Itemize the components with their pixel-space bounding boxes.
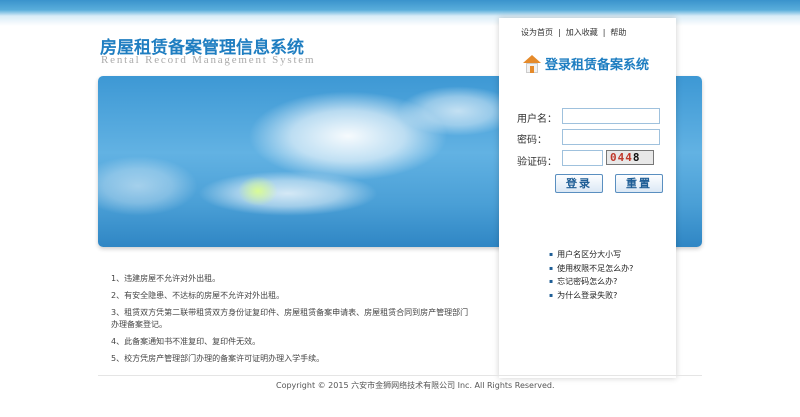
- login-title: 登录租赁备案系统: [523, 54, 649, 73]
- add-favorite-link[interactable]: 加入收藏: [566, 28, 598, 37]
- password-input[interactable]: [562, 129, 660, 145]
- tip-item[interactable]: 用户名区分大小写: [549, 249, 633, 263]
- house-icon: [523, 54, 541, 73]
- tip-item[interactable]: 忘记密码怎么办?: [549, 276, 633, 290]
- captcha-input[interactable]: [562, 150, 603, 166]
- copyright: Copyright © 2015 六安市金狮网络技术有限公司 Inc. All …: [276, 381, 555, 390]
- help-tips: 用户名区分大小写 使用权限不足怎么办? 忘记密码怎么办? 为什么登录失败?: [549, 249, 633, 303]
- notice-item: 1、违建房屋不允许对外出租。: [111, 274, 221, 283]
- username-label: 用户名：: [517, 114, 557, 125]
- username-input[interactable]: [562, 108, 660, 124]
- notice-item: 2、有安全隐患、不达标的房屋不允许对外出租。: [111, 291, 285, 300]
- password-label: 密码：: [517, 135, 547, 146]
- site-subtitle: Rental Record Management System: [101, 54, 316, 66]
- notice-item: 5、校方凭房产管理部门办理的备案许可证明办理入学手续。: [111, 354, 325, 363]
- tip-item[interactable]: 使用权限不足怎么办?: [549, 263, 633, 277]
- captcha-image[interactable]: 0448: [606, 150, 654, 165]
- captcha-label: 验证码：: [517, 157, 557, 168]
- notice-item: 3、租赁双方凭第二联带租赁双方身份证复印件、房屋租赁备案申请表、房屋租赁合同到房…: [111, 308, 469, 329]
- help-link[interactable]: 帮助: [610, 28, 626, 37]
- set-homepage-link[interactable]: 设为首页: [521, 28, 553, 37]
- notice-list: 1、违建房屋不允许对外出租。 2、有安全隐患、不达标的房屋不允许对外出租。 3、…: [111, 273, 471, 370]
- footer-divider: [98, 375, 702, 376]
- reset-button[interactable]: 重置: [615, 174, 663, 193]
- login-panel: 设为首页 | 加入收藏 | 帮助 登录租赁备案系统 用户名： 密码： 验证码： 0448…: [499, 18, 676, 378]
- login-button[interactable]: 登录: [555, 174, 603, 193]
- tip-item[interactable]: 为什么登录失败?: [549, 290, 633, 304]
- top-links: 设为首页 | 加入收藏 | 帮助: [521, 28, 627, 37]
- top-bar: [0, 0, 800, 26]
- notice-item: 4、此备案通知书不准复印、复印件无效。: [111, 337, 261, 346]
